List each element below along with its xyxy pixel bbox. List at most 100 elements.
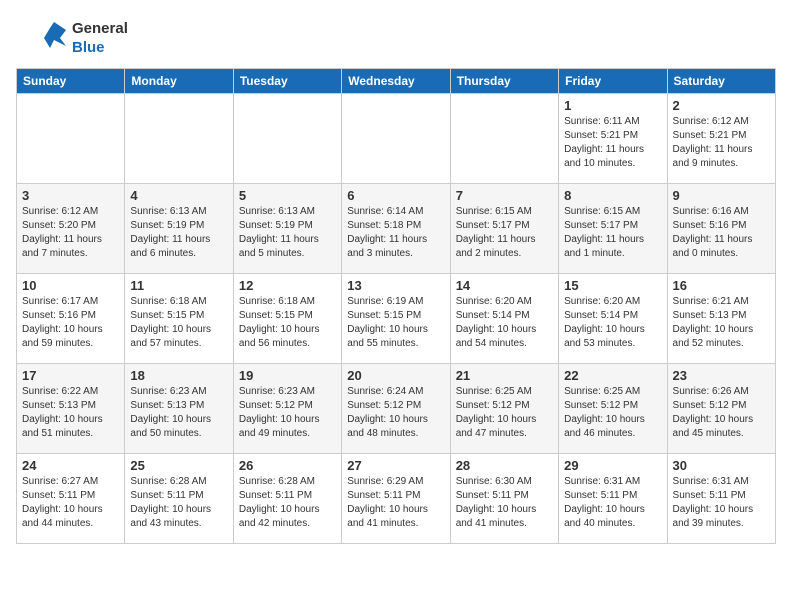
day-info: Sunrise: 6:11 AM Sunset: 5:21 PM Dayligh…	[564, 115, 661, 171]
day-number: 12	[239, 278, 336, 293]
weekday-header-row: SundayMondayTuesdayWednesdayThursdayFrid…	[17, 69, 776, 94]
calendar-cell: 15 Sunrise: 6:20 AM Sunset: 5:14 PM Dayli…	[559, 274, 667, 364]
calendar-cell: 16Sunrise: 6:21 AM Sunset: 5:13 PM Dayli…	[667, 274, 775, 364]
day-info: Sunrise: 6:20 AM Sunset: 5:14 PM Dayligh…	[564, 295, 661, 351]
day-number: 20	[347, 368, 444, 383]
day-number: 27	[347, 458, 444, 473]
day-number: 9	[673, 188, 770, 203]
calendar-table: SundayMondayTuesdayWednesdayThursdayFrid…	[16, 68, 776, 544]
calendar-cell: 3 Sunrise: 6:12 AM Sunset: 5:20 PM Daylig…	[17, 184, 125, 274]
day-info: Sunrise: 6:30 AM Sunset: 5:11 PM Dayligh…	[456, 475, 553, 531]
day-number: 4	[130, 188, 227, 203]
day-info: Sunrise: 6:18 AM Sunset: 5:15 PM Dayligh…	[239, 295, 336, 351]
day-number: 16	[673, 278, 770, 293]
weekday-wednesday: Wednesday	[342, 69, 450, 94]
day-info: Sunrise: 6:23 AM Sunset: 5:13 PM Dayligh…	[130, 385, 227, 441]
day-info: Sunrise: 6:31 AM Sunset: 5:11 PM Dayligh…	[673, 475, 770, 531]
calendar-cell	[17, 94, 125, 184]
day-number: 21	[456, 368, 553, 383]
weekday-saturday: Saturday	[667, 69, 775, 94]
day-info: Sunrise: 6:15 AM Sunset: 5:17 PM Dayligh…	[456, 205, 553, 261]
calendar-cell: 9 Sunrise: 6:16 AM Sunset: 5:16 PM Daylig…	[667, 184, 775, 274]
calendar-cell: 22Sunrise: 6:25 AM Sunset: 5:12 PM Dayli…	[559, 364, 667, 454]
calendar-cell	[450, 94, 558, 184]
calendar-cell: 30Sunrise: 6:31 AM Sunset: 5:11 PM Dayli…	[667, 454, 775, 544]
day-info: Sunrise: 6:16 AM Sunset: 5:16 PM Dayligh…	[673, 205, 770, 261]
day-number: 3	[22, 188, 119, 203]
day-number: 25	[130, 458, 227, 473]
day-info: Sunrise: 6:13 AM Sunset: 5:19 PM Dayligh…	[130, 205, 227, 261]
calendar-body: 1 Sunrise: 6:11 AM Sunset: 5:21 PM Daylig…	[17, 94, 776, 544]
calendar-cell: 17Sunrise: 6:22 AM Sunset: 5:13 PM Dayli…	[17, 364, 125, 454]
day-number: 6	[347, 188, 444, 203]
day-info: Sunrise: 6:23 AM Sunset: 5:12 PM Dayligh…	[239, 385, 336, 441]
calendar-cell: 7 Sunrise: 6:15 AM Sunset: 5:17 PM Daylig…	[450, 184, 558, 274]
day-info: Sunrise: 6:26 AM Sunset: 5:12 PM Dayligh…	[673, 385, 770, 441]
calendar-cell: 24 Sunrise: 6:27 AM Sunset: 5:11 PM Dayli…	[17, 454, 125, 544]
weekday-friday: Friday	[559, 69, 667, 94]
day-number: 8	[564, 188, 661, 203]
day-info: Sunrise: 6:12 AM Sunset: 5:20 PM Dayligh…	[22, 205, 119, 261]
day-number: 26	[239, 458, 336, 473]
day-info: Sunrise: 6:28 AM Sunset: 5:11 PM Dayligh…	[130, 475, 227, 531]
day-info: Sunrise: 6:13 AM Sunset: 5:19 PM Dayligh…	[239, 205, 336, 261]
calendar-cell: 26 Sunrise: 6:28 AM Sunset: 5:11 PM Dayli…	[233, 454, 341, 544]
page-header: GeneralBlue	[16, 16, 776, 60]
day-number: 29	[564, 458, 661, 473]
calendar-cell: 20 Sunrise: 6:24 AM Sunset: 5:12 PM Dayli…	[342, 364, 450, 454]
day-info: Sunrise: 6:28 AM Sunset: 5:11 PM Dayligh…	[239, 475, 336, 531]
day-number: 18	[130, 368, 227, 383]
calendar-week-1: 1 Sunrise: 6:11 AM Sunset: 5:21 PM Daylig…	[17, 94, 776, 184]
calendar-cell: 29 Sunrise: 6:31 AM Sunset: 5:11 PM Dayli…	[559, 454, 667, 544]
day-info: Sunrise: 6:15 AM Sunset: 5:17 PM Dayligh…	[564, 205, 661, 261]
calendar-cell: 4 Sunrise: 6:13 AM Sunset: 5:19 PM Daylig…	[125, 184, 233, 274]
day-number: 23	[673, 368, 770, 383]
calendar-cell: 27 Sunrise: 6:29 AM Sunset: 5:11 PM Dayli…	[342, 454, 450, 544]
calendar-cell: 28 Sunrise: 6:30 AM Sunset: 5:11 PM Dayli…	[450, 454, 558, 544]
calendar-week-2: 3 Sunrise: 6:12 AM Sunset: 5:20 PM Daylig…	[17, 184, 776, 274]
day-info: Sunrise: 6:29 AM Sunset: 5:11 PM Dayligh…	[347, 475, 444, 531]
calendar-week-3: 10 Sunrise: 6:17 AM Sunset: 5:16 PM Dayli…	[17, 274, 776, 364]
day-info: Sunrise: 6:14 AM Sunset: 5:18 PM Dayligh…	[347, 205, 444, 261]
calendar-week-4: 17Sunrise: 6:22 AM Sunset: 5:13 PM Dayli…	[17, 364, 776, 454]
weekday-sunday: Sunday	[17, 69, 125, 94]
calendar-cell	[342, 94, 450, 184]
calendar-week-5: 24 Sunrise: 6:27 AM Sunset: 5:11 PM Dayli…	[17, 454, 776, 544]
calendar-cell: 14 Sunrise: 6:20 AM Sunset: 5:14 PM Dayli…	[450, 274, 558, 364]
day-info: Sunrise: 6:12 AM Sunset: 5:21 PM Dayligh…	[673, 115, 770, 171]
day-number: 1	[564, 98, 661, 113]
day-info: Sunrise: 6:24 AM Sunset: 5:12 PM Dayligh…	[347, 385, 444, 441]
calendar-cell: 11Sunrise: 6:18 AM Sunset: 5:15 PM Dayli…	[125, 274, 233, 364]
calendar-cell: 8 Sunrise: 6:15 AM Sunset: 5:17 PM Daylig…	[559, 184, 667, 274]
day-info: Sunrise: 6:20 AM Sunset: 5:14 PM Dayligh…	[456, 295, 553, 351]
calendar-cell: 10 Sunrise: 6:17 AM Sunset: 5:16 PM Dayli…	[17, 274, 125, 364]
day-info: Sunrise: 6:22 AM Sunset: 5:13 PM Dayligh…	[22, 385, 119, 441]
day-number: 24	[22, 458, 119, 473]
day-number: 10	[22, 278, 119, 293]
calendar-cell	[233, 94, 341, 184]
calendar-cell: 19 Sunrise: 6:23 AM Sunset: 5:12 PM Dayli…	[233, 364, 341, 454]
calendar-cell: 18 Sunrise: 6:23 AM Sunset: 5:13 PM Dayli…	[125, 364, 233, 454]
day-info: Sunrise: 6:17 AM Sunset: 5:16 PM Dayligh…	[22, 295, 119, 351]
logo-general: General	[72, 19, 128, 39]
day-number: 7	[456, 188, 553, 203]
calendar-cell: 1 Sunrise: 6:11 AM Sunset: 5:21 PM Daylig…	[559, 94, 667, 184]
day-number: 13	[347, 278, 444, 293]
day-info: Sunrise: 6:19 AM Sunset: 5:15 PM Dayligh…	[347, 295, 444, 351]
calendar-cell: 5Sunrise: 6:13 AM Sunset: 5:19 PM Daylig…	[233, 184, 341, 274]
weekday-thursday: Thursday	[450, 69, 558, 94]
calendar-cell: 25 Sunrise: 6:28 AM Sunset: 5:11 PM Dayli…	[125, 454, 233, 544]
logo: GeneralBlue	[16, 16, 128, 60]
calendar-cell: 13 Sunrise: 6:19 AM Sunset: 5:15 PM Dayli…	[342, 274, 450, 364]
weekday-tuesday: Tuesday	[233, 69, 341, 94]
day-number: 19	[239, 368, 336, 383]
day-number: 14	[456, 278, 553, 293]
calendar-cell: 12 Sunrise: 6:18 AM Sunset: 5:15 PM Dayli…	[233, 274, 341, 364]
day-number: 15	[564, 278, 661, 293]
calendar-cell: 2Sunrise: 6:12 AM Sunset: 5:21 PM Daylig…	[667, 94, 775, 184]
day-info: Sunrise: 6:31 AM Sunset: 5:11 PM Dayligh…	[564, 475, 661, 531]
day-info: Sunrise: 6:25 AM Sunset: 5:12 PM Dayligh…	[456, 385, 553, 441]
day-info: Sunrise: 6:27 AM Sunset: 5:11 PM Dayligh…	[22, 475, 119, 531]
day-info: Sunrise: 6:25 AM Sunset: 5:12 PM Dayligh…	[564, 385, 661, 441]
day-number: 28	[456, 458, 553, 473]
